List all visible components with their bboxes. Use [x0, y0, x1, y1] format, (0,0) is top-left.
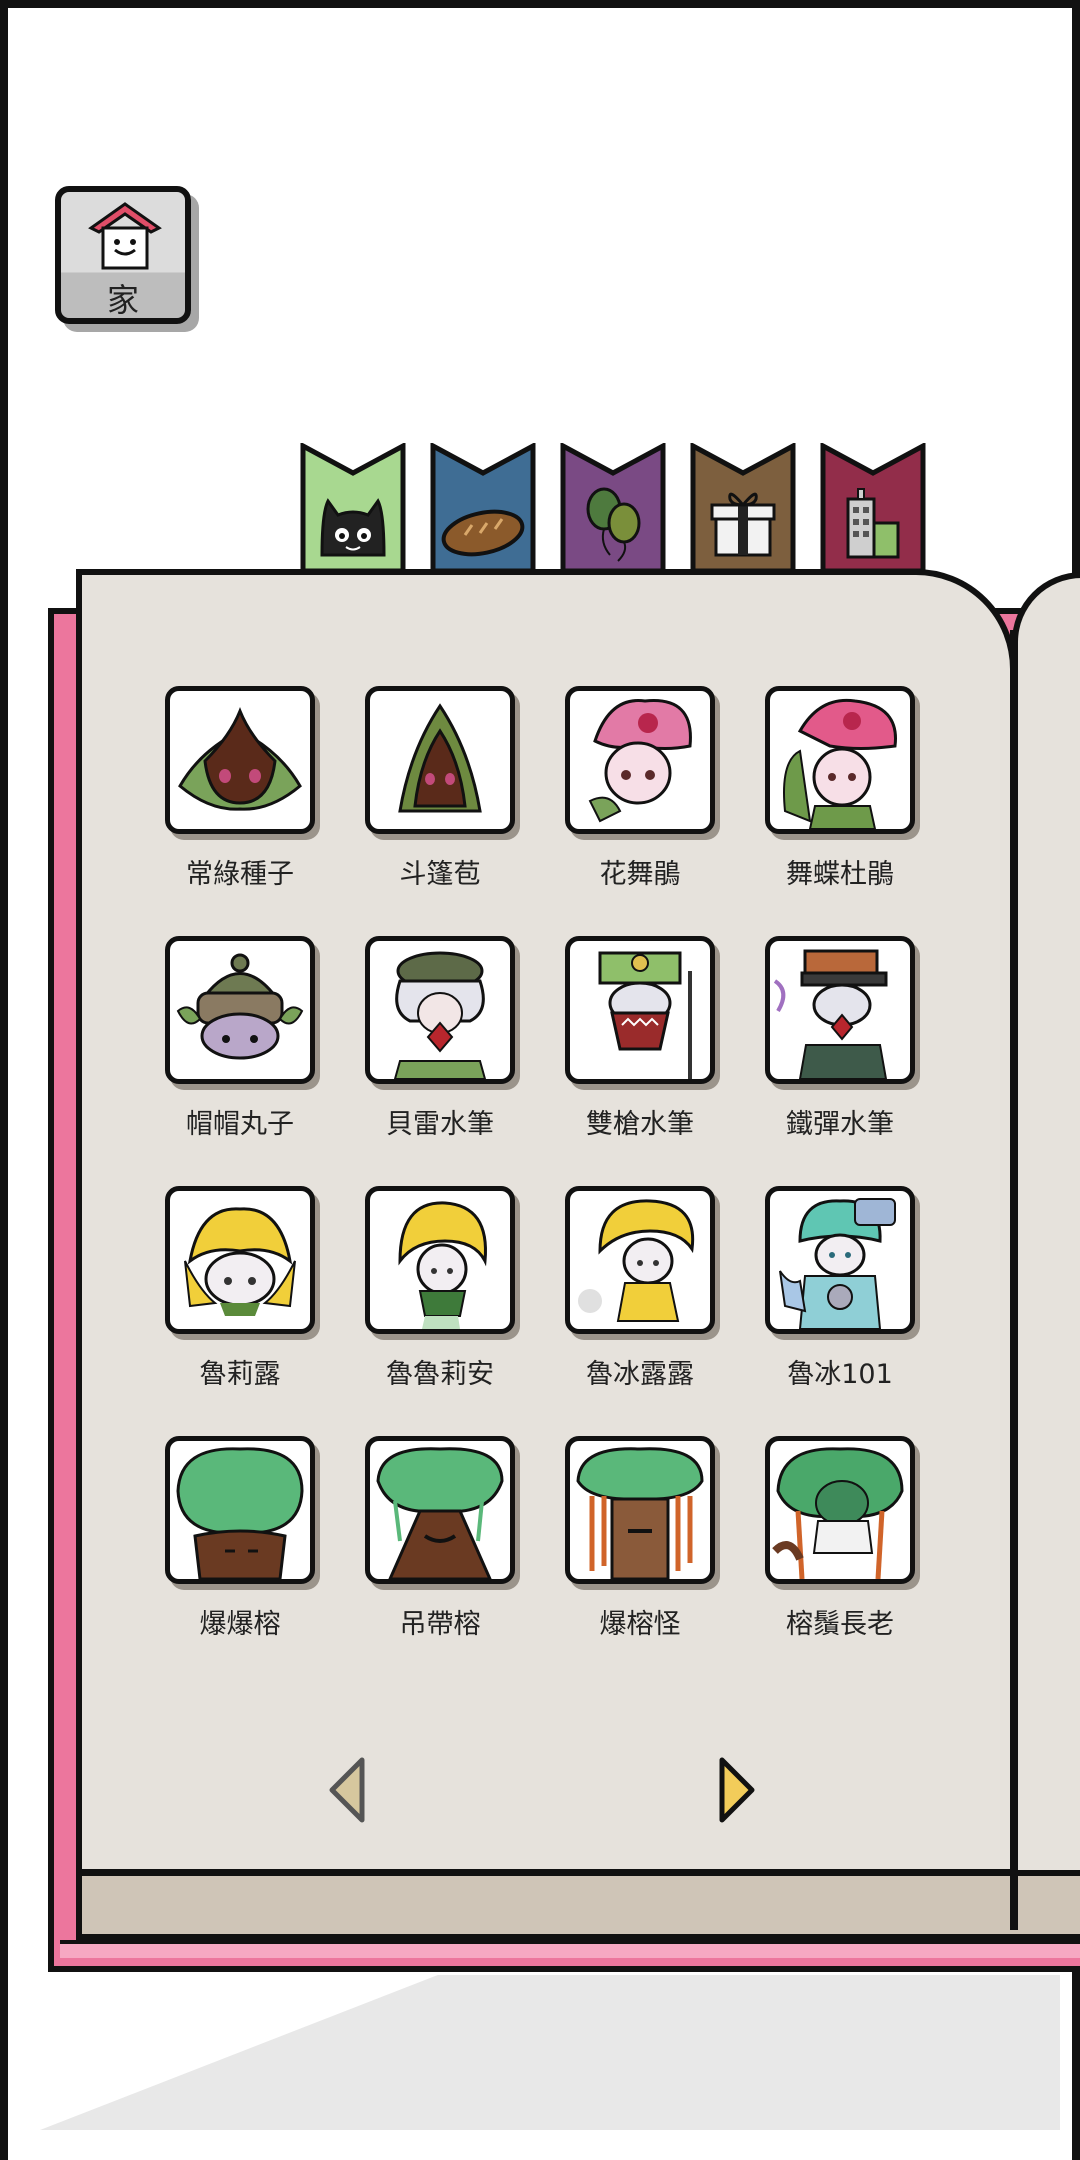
- monster-portrait: [365, 686, 515, 834]
- bookmark-tab-cat[interactable]: [300, 441, 406, 574]
- building-icon: [820, 441, 926, 574]
- monster-name: 吊帶榕: [399, 1609, 481, 1640]
- monster-name: 帽帽丸子: [186, 1109, 294, 1140]
- home-label: 家: [106, 281, 139, 319]
- monster-card[interactable]: 魯冰露露: [565, 1186, 715, 1391]
- bread-icon: [430, 441, 536, 574]
- arrow-right-icon[interactable]: [714, 1754, 758, 1826]
- monster-portrait: [565, 1436, 715, 1584]
- bookmark-tab-building[interactable]: [820, 441, 926, 574]
- monster-card[interactable]: 舞蝶杜鵑: [765, 686, 915, 891]
- monster-portrait: [365, 1436, 515, 1584]
- monster-portrait: [165, 936, 315, 1084]
- monster-name: 雙槍水筆: [586, 1109, 694, 1140]
- monster-portrait: [365, 936, 515, 1084]
- monster-portrait: [765, 936, 915, 1084]
- monster-portrait: [565, 1186, 715, 1334]
- arrow-left-icon[interactable]: [326, 1754, 370, 1826]
- monster-portrait: [765, 1436, 915, 1584]
- gift-icon: [690, 441, 796, 574]
- book-page-edges: [76, 1870, 1080, 1940]
- monster-name: 斗篷苞: [399, 859, 481, 890]
- monster-name: 爆榕怪: [599, 1609, 681, 1640]
- monster-card[interactable]: 常綠種子: [165, 686, 315, 891]
- monster-card[interactable]: 魯魯莉安: [365, 1186, 515, 1391]
- monster-portrait: [165, 1436, 315, 1584]
- monster-name: 常綠種子: [186, 859, 294, 890]
- balloon-icon: [560, 441, 666, 574]
- home-button[interactable]: 家: [55, 186, 191, 324]
- house-icon: [88, 202, 162, 270]
- bookmark-tab-bread[interactable]: [430, 441, 536, 574]
- monster-card[interactable]: 斗篷苞: [365, 686, 515, 891]
- monster-name: 榕鬚長老: [786, 1609, 894, 1640]
- monster-portrait: [165, 686, 315, 834]
- monster-name: 鐵彈水筆: [786, 1109, 894, 1140]
- monster-card[interactable]: 吊帶榕: [365, 1436, 515, 1641]
- monster-portrait: [765, 686, 915, 834]
- monster-name: 魯莉露: [199, 1359, 281, 1390]
- book-spine: [1010, 630, 1018, 1930]
- cat-icon: [300, 441, 406, 574]
- monster-portrait: [365, 1186, 515, 1334]
- monster-card[interactable]: 榕鬚長老: [765, 1436, 915, 1641]
- monster-card[interactable]: 鐵彈水筆: [765, 936, 915, 1141]
- monster-name: 魯冰露露: [586, 1359, 694, 1390]
- monster-name: 爆爆榕: [199, 1609, 281, 1640]
- monster-name: 魯冰101: [787, 1359, 893, 1390]
- monster-portrait: [165, 1186, 315, 1334]
- monster-name: 花舞鵑: [599, 859, 681, 890]
- monster-name: 貝雷水筆: [386, 1109, 494, 1140]
- bookmark-tab-gift[interactable]: [690, 441, 796, 574]
- monster-card[interactable]: 魯冰101: [765, 1186, 915, 1391]
- book-cover-stripe: [60, 1940, 1080, 1958]
- monster-card[interactable]: 帽帽丸子: [165, 936, 315, 1141]
- monster-name: 舞蝶杜鵑: [786, 859, 894, 890]
- monster-portrait: [565, 936, 715, 1084]
- book-right-page: [1012, 572, 1080, 1932]
- monster-name: 魯魯莉安: [386, 1359, 494, 1390]
- monster-card[interactable]: 花舞鵑: [565, 686, 715, 891]
- monster-card[interactable]: 爆榕怪: [565, 1436, 715, 1641]
- monster-card[interactable]: 爆爆榕: [165, 1436, 315, 1641]
- monster-card[interactable]: 雙槍水筆: [565, 936, 715, 1141]
- bookmark-tab-balloon[interactable]: [560, 441, 666, 574]
- monster-card[interactable]: 魯莉露: [165, 1186, 315, 1391]
- monster-portrait: [765, 1186, 915, 1334]
- monster-card[interactable]: 貝雷水筆: [365, 936, 515, 1141]
- monster-portrait: [565, 686, 715, 834]
